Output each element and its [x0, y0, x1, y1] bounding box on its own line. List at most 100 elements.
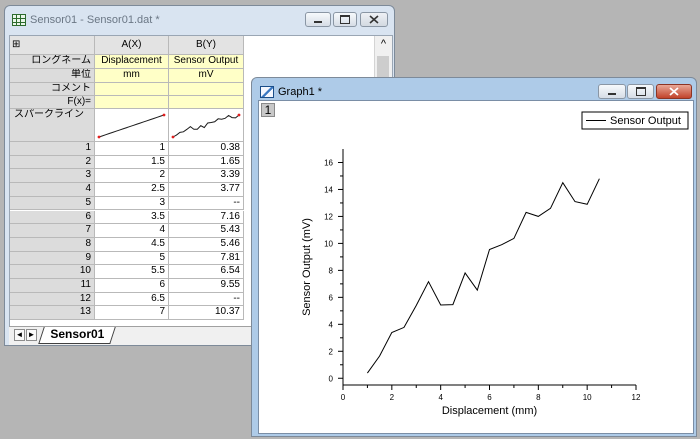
tab-scroll-left-button[interactable]: ◄ — [14, 329, 25, 341]
graph-icon — [260, 86, 274, 98]
sparkline-cell-b[interactable] — [169, 109, 244, 142]
table-row[interactable]: 8 4.5 5.46 — [10, 237, 244, 252]
cell-a[interactable]: 1.5 — [95, 155, 169, 170]
cell-a[interactable]: 3 — [95, 196, 169, 211]
legend-label: Sensor Output — [610, 115, 681, 127]
graph-window[interactable]: Graph1 * 1 0 2 4 6 8 10 12 0 2 4 6 8 10 12 14 16 Displac… — [251, 77, 697, 437]
table-row[interactable]: 6 3.5 7.16 — [10, 210, 244, 225]
row-number[interactable]: 2 — [10, 155, 95, 170]
cell-a[interactable]: 5.5 — [95, 265, 169, 279]
cell-a[interactable]: 6.5 — [95, 292, 169, 307]
row-number[interactable]: 6 — [10, 210, 95, 225]
cell-a[interactable]: 5 — [95, 251, 169, 266]
x-tick-label: 6 — [487, 393, 492, 402]
sheet-tab-sensor01[interactable]: Sensor01 — [38, 327, 116, 344]
long-name-row: ロングネーム Displacement Sensor Output — [10, 55, 244, 69]
cell-b[interactable]: 5.46 — [169, 237, 244, 252]
scroll-up-arrow[interactable]: ^ — [375, 36, 392, 52]
long-name-cell-a[interactable]: Displacement — [95, 55, 169, 69]
plot-layer[interactable]: 0 2 4 6 8 10 12 0 2 4 6 8 10 12 14 16 Displacement (mm) S… — [259, 101, 693, 433]
graph-page[interactable]: 1 0 2 4 6 8 10 12 0 2 4 6 8 10 12 14 16 Displacement (mm… — [258, 100, 694, 434]
row-number[interactable]: 11 — [10, 279, 95, 293]
cell-a[interactable]: 2 — [95, 169, 169, 184]
cell-b[interactable]: 1.65 — [169, 155, 244, 170]
row-number[interactable]: 5 — [10, 196, 95, 211]
graph-maximize-button[interactable] — [627, 84, 654, 99]
comment-cell-a[interactable] — [95, 83, 169, 96]
row-number[interactable]: 4 — [10, 183, 95, 197]
row-number[interactable]: 3 — [10, 169, 95, 184]
cell-a[interactable]: 6 — [95, 279, 169, 293]
worksheet-title: Sensor01 - Sensor01.dat * — [30, 14, 160, 26]
cell-a[interactable]: 4.5 — [95, 237, 169, 252]
row-label-long-name: ロングネーム — [10, 55, 95, 69]
cell-b[interactable]: 7.81 — [169, 251, 244, 266]
column-header-a[interactable]: A(X) — [95, 36, 169, 55]
y-axis-title: Sensor Output (mV) — [301, 218, 313, 316]
row-number[interactable]: 10 — [10, 265, 95, 279]
table-row[interactable]: 13 7 10.37 — [10, 306, 244, 321]
y-tick-label: 4 — [329, 320, 334, 329]
minimize-icon — [314, 21, 322, 23]
cell-a[interactable]: 2.5 — [95, 183, 169, 197]
row-number[interactable]: 1 — [10, 142, 95, 156]
cell-a[interactable]: 4 — [95, 224, 169, 238]
fx-cell-b[interactable] — [169, 96, 244, 109]
unit-cell-a[interactable]: mm — [95, 69, 169, 83]
y-tick-label: 10 — [324, 239, 333, 248]
cell-b[interactable]: 9.55 — [169, 279, 244, 293]
cell-b[interactable]: 3.39 — [169, 169, 244, 184]
comment-cell-b[interactable] — [169, 83, 244, 96]
table-row[interactable]: 2 1.5 1.65 — [10, 155, 244, 170]
fx-row: F(x)= — [10, 96, 244, 109]
sparkline-a-line — [98, 114, 165, 138]
graph-close-button[interactable] — [656, 84, 692, 99]
sparkline-cell-a[interactable] — [95, 109, 169, 142]
cell-b[interactable]: 5.43 — [169, 224, 244, 238]
cell-b[interactable]: 6.54 — [169, 265, 244, 279]
tab-scroll-right-button[interactable]: ► — [26, 329, 37, 341]
row-number[interactable]: 9 — [10, 251, 95, 266]
cell-a[interactable]: 3.5 — [95, 210, 169, 225]
table-row[interactable]: 10 5.5 6.54 — [10, 265, 244, 279]
unit-cell-b[interactable]: mV — [169, 69, 244, 83]
row-number[interactable]: 12 — [10, 292, 95, 307]
table-row[interactable]: 1 1 0.38 — [10, 142, 244, 156]
row-label-sparkline: スパークライン — [10, 109, 95, 142]
x-axis-title: Displacement (mm) — [442, 405, 537, 417]
table-row[interactable]: 11 6 9.55 — [10, 279, 244, 293]
y-tick-label: 16 — [324, 158, 333, 167]
row-number[interactable]: 13 — [10, 306, 95, 321]
y-tick-label: 8 — [329, 266, 334, 275]
cell-b[interactable]: 0.38 — [169, 142, 244, 156]
cell-b[interactable]: 10.37 — [169, 306, 244, 321]
cell-b[interactable]: -- — [169, 292, 244, 307]
close-button[interactable] — [360, 12, 388, 27]
table-row[interactable]: 7 4 5.43 — [10, 224, 244, 238]
fx-cell-a[interactable] — [95, 96, 169, 109]
table-row[interactable]: 3 2 3.39 — [10, 169, 244, 184]
x-tick-label: 12 — [632, 393, 641, 402]
table-row[interactable]: 5 3 -- — [10, 196, 244, 211]
row-label-fx: F(x)= — [10, 96, 95, 109]
cell-b[interactable]: 3.77 — [169, 183, 244, 197]
cell-b[interactable]: 7.16 — [169, 210, 244, 225]
cell-a[interactable]: 1 — [95, 142, 169, 156]
table-row[interactable]: 12 6.5 -- — [10, 292, 244, 307]
minimize-button[interactable] — [305, 12, 331, 27]
select-all-corner[interactable]: ⊞ — [10, 36, 95, 55]
minimize-icon — [608, 93, 616, 95]
cell-b[interactable]: -- — [169, 196, 244, 211]
comments-row: コメント — [10, 83, 244, 96]
table-row[interactable]: 9 5 7.81 — [10, 251, 244, 266]
row-number[interactable]: 7 — [10, 224, 95, 238]
maximize-button[interactable] — [333, 12, 357, 27]
row-number[interactable]: 8 — [10, 237, 95, 252]
cell-a[interactable]: 7 — [95, 306, 169, 321]
table-row[interactable]: 4 2.5 3.77 — [10, 183, 244, 197]
sparkline-row: スパークライン — [10, 109, 244, 142]
long-name-cell-b[interactable]: Sensor Output — [169, 55, 244, 69]
graph-minimize-button[interactable] — [598, 84, 626, 99]
column-header-b[interactable]: B(Y) — [169, 36, 244, 55]
worksheet-titlebar[interactable]: Sensor01 - Sensor01.dat * — [5, 6, 394, 34]
